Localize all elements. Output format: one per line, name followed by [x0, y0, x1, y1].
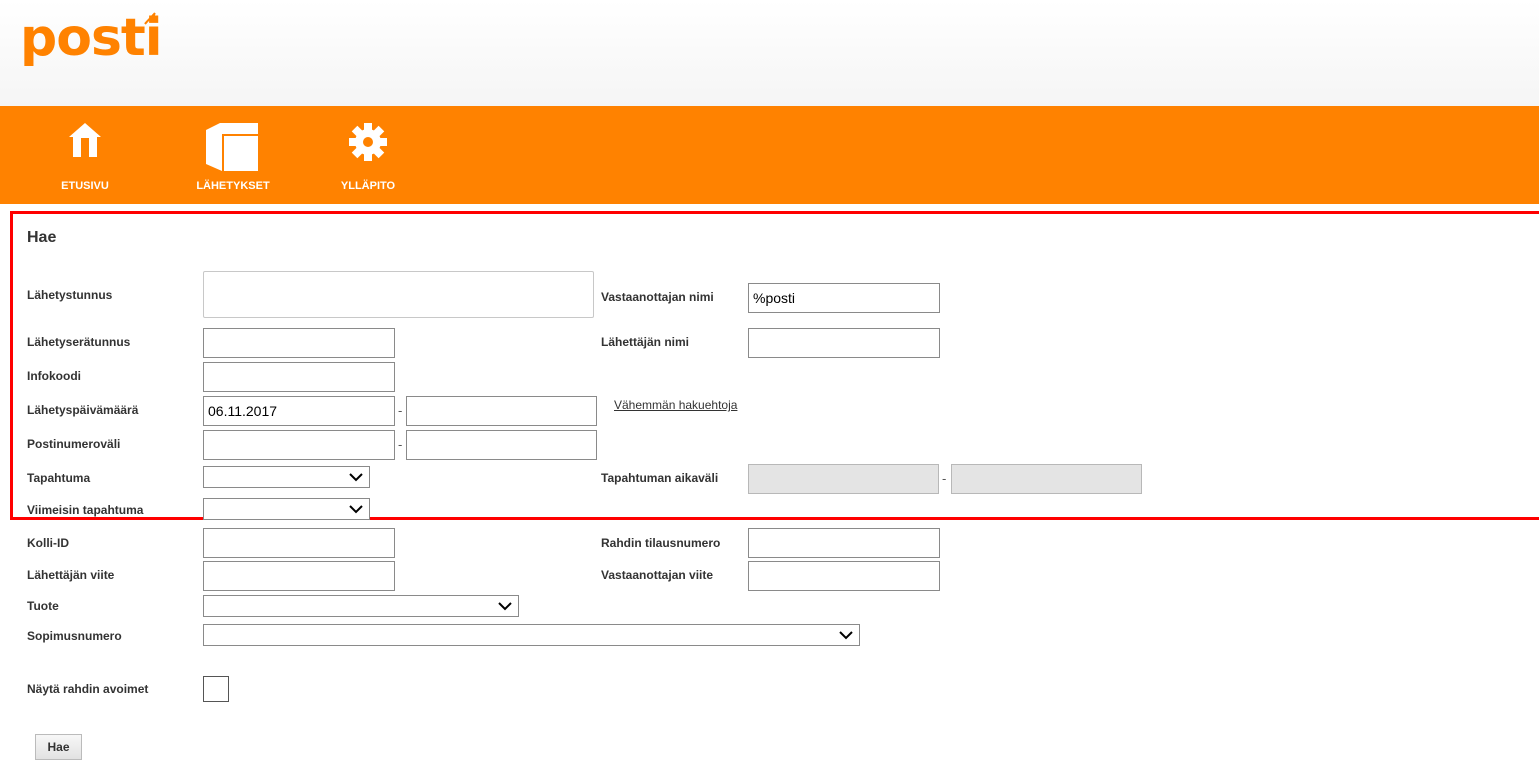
nav-item-etusivu[interactable]: ETUSIVU	[58, 106, 112, 204]
last-event-select[interactable]	[203, 498, 370, 520]
main-navigation: ETUSIVU LÄHETYKSET YLLÄPITO	[0, 106, 1539, 204]
chevron-down-icon	[839, 631, 853, 640]
search-button[interactable]: Hae	[35, 734, 82, 760]
range-separator: -	[942, 471, 947, 486]
header-bar: posti	[0, 0, 1539, 106]
info-code-input[interactable]	[203, 362, 395, 392]
range-separator: -	[398, 437, 403, 452]
home-icon	[69, 123, 101, 157]
shipment-id-input[interactable]	[203, 271, 594, 318]
postal-range-from-input[interactable]	[203, 430, 395, 460]
label-contract: Sopimusnumero	[27, 629, 122, 643]
logo-sprig-icon	[144, 12, 156, 25]
event-range-to-input[interactable]	[951, 464, 1142, 494]
chevron-down-icon	[498, 602, 512, 611]
ship-date-to-input[interactable]	[406, 396, 597, 426]
label-event-range: Tapahtuman aikaväli	[601, 471, 719, 485]
label-event: Tapahtuma	[27, 471, 91, 485]
label-shipment-id: Lähetystunnus	[27, 288, 113, 302]
contract-select[interactable]	[203, 624, 860, 646]
label-info-code: Infokoodi	[27, 369, 81, 383]
posti-logo[interactable]: posti	[20, 6, 163, 70]
label-ship-date: Lähetyspäivämäärä	[27, 403, 139, 417]
label-product: Tuote	[27, 599, 59, 613]
label-recipient-name: Vastaanottajan nimi	[601, 290, 714, 304]
sender-ref-input[interactable]	[203, 561, 395, 591]
sender-name-input[interactable]	[748, 328, 940, 358]
show-open-checkbox[interactable]	[203, 676, 229, 702]
label-freight-order: Rahdin tilausnumero	[601, 536, 721, 550]
freight-order-input[interactable]	[748, 528, 940, 558]
label-batch-id: Lähetyserätunnus	[27, 335, 131, 349]
nav-item-lahetykset[interactable]: LÄHETYKSET	[186, 106, 280, 204]
product-select[interactable]	[203, 595, 519, 617]
label-postal-range: Postinumeroväli	[27, 437, 121, 451]
postal-range-to-input[interactable]	[406, 430, 597, 460]
event-range-from-input[interactable]	[748, 464, 939, 494]
package-icon	[206, 123, 258, 171]
chevron-down-icon	[349, 473, 363, 482]
page-title: Hae	[27, 229, 57, 246]
label-last-event: Viimeisin tapahtuma	[27, 503, 144, 517]
parcel-id-input[interactable]	[203, 528, 395, 558]
label-recipient-ref: Vastaanottajan viite	[601, 568, 714, 582]
label-sender-ref: Lähettäjän viite	[27, 568, 115, 582]
batch-id-input[interactable]	[203, 328, 395, 358]
nav-label: LÄHETYKSET	[196, 180, 270, 192]
label-parcel-id: Kolli-ID	[27, 536, 69, 550]
range-separator: -	[398, 403, 403, 418]
ship-date-from-input[interactable]	[203, 396, 395, 426]
chevron-down-icon	[349, 505, 363, 514]
label-show-open: Näytä rahdin avoimet	[27, 682, 149, 696]
nav-label: ETUSIVU	[61, 180, 109, 192]
less-criteria-link[interactable]: Vähemmän hakuehtoja	[614, 398, 737, 412]
recipient-ref-input[interactable]	[748, 561, 940, 591]
event-select[interactable]	[203, 466, 370, 488]
recipient-name-input[interactable]	[748, 283, 940, 313]
nav-item-yllapito[interactable]: YLLÄPITO	[328, 106, 408, 204]
label-sender-name: Lähettäjän nimi	[601, 335, 690, 349]
nav-label: YLLÄPITO	[340, 180, 396, 192]
gear-icon	[349, 123, 387, 161]
